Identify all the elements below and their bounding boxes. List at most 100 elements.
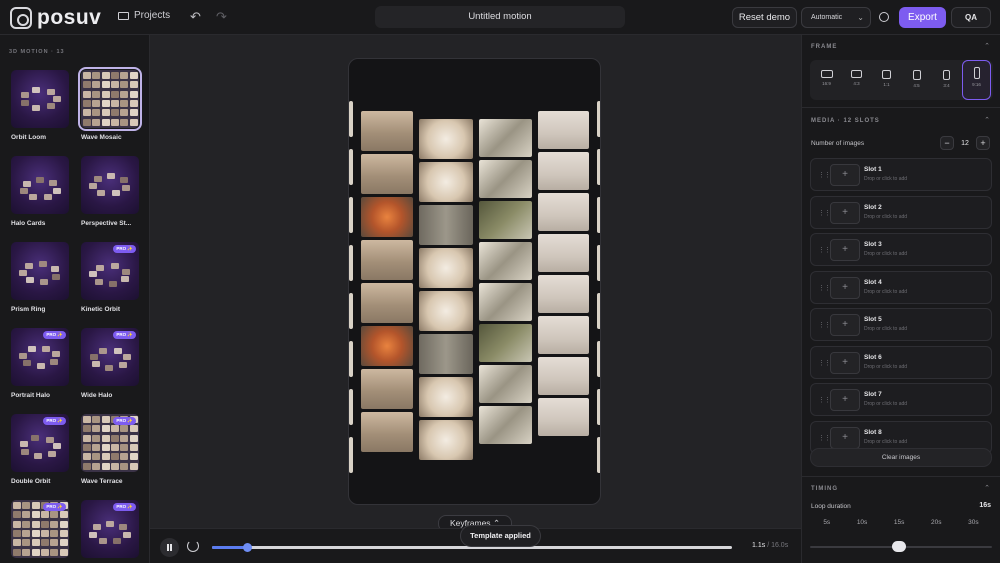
add-image-button[interactable]: + <box>830 426 860 449</box>
add-image-button[interactable]: + <box>830 239 860 261</box>
thumbnail-image <box>30 435 39 442</box>
template-tile[interactable]: PRO ✨ Portrait Halo <box>11 328 71 399</box>
top-bar: posuv Projects ↶ ↷ Untitled motion Reset… <box>0 0 1000 35</box>
collapse-icon[interactable]: ⌃ <box>984 484 990 492</box>
template-tile[interactable]: PRO ✨ <box>11 500 71 558</box>
mode-select[interactable]: Automatic ⌄ <box>801 7 871 28</box>
drag-handle-icon[interactable]: ⋮⋮ <box>818 209 831 217</box>
thumbnail-image <box>19 188 28 195</box>
clear-images-button[interactable]: Clear images <box>810 448 992 467</box>
restart-icon[interactable] <box>187 540 199 552</box>
thumbnail-image <box>129 90 138 98</box>
drag-handle-icon[interactable]: ⋮⋮ <box>818 284 831 292</box>
template-thumbnail: PRO ✨ <box>11 500 69 558</box>
template-sidebar: 3D MOTION · 13 Orbit Loom Wave Mosaic Halo… <box>0 35 150 563</box>
add-image-button[interactable]: + <box>830 351 860 374</box>
frame-option[interactable]: 16:9 <box>812 60 841 100</box>
template-tile[interactable]: Orbit Loom <box>11 70 71 141</box>
collapse-icon[interactable]: ⌃ <box>984 116 990 124</box>
drag-handle-icon[interactable]: ⋮⋮ <box>818 359 831 367</box>
thumbnail-image <box>50 548 59 556</box>
drag-handle-icon[interactable]: ⋮⋮ <box>818 321 831 329</box>
template-tile[interactable]: PRO ✨ Kinetic Orbit <box>81 242 141 313</box>
media-slot[interactable]: ⋮⋮ + Slot 6 Drop or click to add <box>810 345 992 379</box>
add-image-button[interactable]: + <box>830 164 860 186</box>
loop-slider-handle[interactable] <box>892 541 907 552</box>
pause-button[interactable] <box>160 538 179 557</box>
thumbnail-image <box>31 539 40 547</box>
thumbnail-image <box>120 109 129 117</box>
theme-toggle-icon[interactable] <box>879 12 889 22</box>
template-thumbnail: PRO ✨ <box>11 414 69 472</box>
media-slot[interactable]: ⋮⋮ + Slot 7 Drop or click to add <box>810 383 992 416</box>
thumbnail-image <box>13 511 21 519</box>
drag-handle-icon[interactable]: ⋮⋮ <box>818 434 831 442</box>
template-tile[interactable]: Halo Cards <box>11 156 71 227</box>
duration-option[interactable]: 10s <box>857 519 867 526</box>
thumbnail-image <box>92 90 101 98</box>
qa-button[interactable]: QA <box>951 7 991 28</box>
template-tile[interactable]: PRO ✨ Double Orbit <box>11 414 71 485</box>
thumbnail-image <box>107 173 116 180</box>
drag-handle-icon[interactable]: ⋮⋮ <box>818 246 831 254</box>
media-slot[interactable]: ⋮⋮ + Slot 5 Drop or click to add <box>810 308 992 341</box>
preview-image-edge <box>349 293 353 329</box>
project-title[interactable]: Untitled motion <box>375 6 625 28</box>
preview-image-edge <box>349 341 353 377</box>
thumbnail-image <box>50 529 59 537</box>
projects-button[interactable]: Projects <box>118 10 170 21</box>
frame-option[interactable]: 4:5 <box>902 60 931 100</box>
template-tile[interactable]: Perspective St... <box>81 156 141 227</box>
duration-option[interactable]: 30s <box>968 519 978 526</box>
projects-label: Projects <box>134 10 171 21</box>
thumbnail-image <box>31 548 40 556</box>
media-slot[interactable]: ⋮⋮ + Slot 3 Drop or click to add <box>810 233 992 266</box>
add-image-button[interactable]: + <box>830 201 860 224</box>
duration-option[interactable]: 20s <box>931 519 941 526</box>
thumbnail-image <box>20 99 29 106</box>
drag-handle-icon[interactable]: ⋮⋮ <box>818 171 831 179</box>
undo-icon[interactable]: ↶ <box>190 10 201 24</box>
template-tile[interactable]: PRO ✨ <box>81 500 141 558</box>
thumbnail-image <box>22 180 31 187</box>
redo-icon[interactable]: ↷ <box>216 10 227 24</box>
add-image-button[interactable]: + <box>830 389 860 411</box>
thumbnail-image <box>49 180 58 187</box>
reset-demo-button[interactable]: Reset demo <box>732 7 797 28</box>
collapse-icon[interactable]: ⌃ <box>984 42 990 50</box>
drag-handle-icon[interactable]: ⋮⋮ <box>818 396 831 404</box>
frame-option[interactable]: 9:16 <box>962 60 991 100</box>
template-tile[interactable]: Prism Ring <box>11 242 71 313</box>
preview-image-edge <box>597 245 600 281</box>
template-tile[interactable]: PRO ✨ Wave Terrace <box>81 414 141 485</box>
thumbnail-image <box>40 278 49 285</box>
add-image-button[interactable]: + <box>830 314 860 336</box>
increment-button[interactable]: + <box>976 136 990 150</box>
frame-option[interactable]: 4:3 <box>842 60 871 100</box>
template-tile[interactable]: Wave Mosaic <box>78 67 142 141</box>
media-slot[interactable]: ⋮⋮ + Slot 4 Drop or click to add <box>810 270 992 304</box>
preview-image <box>361 283 413 323</box>
thumbnail-image <box>92 99 101 107</box>
preview-image <box>479 160 532 198</box>
duration-option[interactable]: 5s <box>823 519 830 526</box>
media-slot[interactable]: ⋮⋮ + Slot 2 Drop or click to add <box>810 195 992 229</box>
thumbnail-image <box>129 118 138 126</box>
decrement-button[interactable]: − <box>940 136 954 150</box>
template-tile[interactable]: PRO ✨ Wide Halo <box>81 328 141 399</box>
media-slot[interactable]: ⋮⋮ + Slot 1 Drop or click to add <box>810 158 992 191</box>
logo[interactable]: posuv <box>10 6 101 30</box>
frame-option[interactable]: 1:1 <box>872 60 901 100</box>
preview-frame[interactable] <box>348 58 601 505</box>
preview-image-edge <box>597 341 600 377</box>
duration-option[interactable]: 15s <box>894 519 904 526</box>
add-image-button[interactable]: + <box>830 276 860 299</box>
frame-option[interactable]: 3:4 <box>932 60 961 100</box>
thumbnail-image <box>20 440 29 447</box>
thumbnail-image <box>52 187 61 194</box>
thumbnail-image <box>36 362 45 369</box>
thumbnail-image <box>50 511 59 519</box>
export-button[interactable]: Export <box>899 7 946 28</box>
frame-section-title: FRAME <box>811 44 838 50</box>
scrubber-handle[interactable] <box>243 543 253 552</box>
